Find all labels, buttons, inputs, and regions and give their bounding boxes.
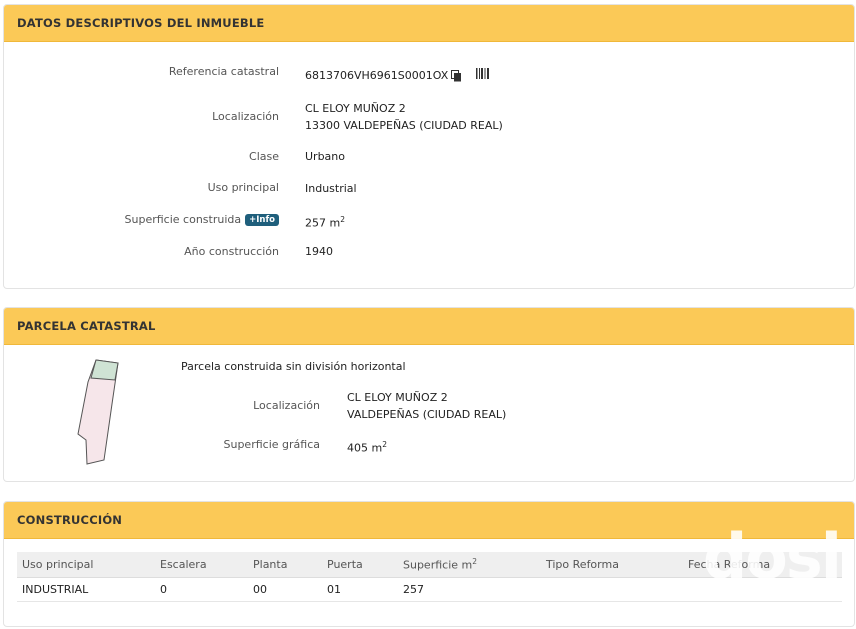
datos-descriptivos-title: DATOS DESCRIPTIVOS DEL INMUEBLE [17,16,265,30]
uso-principal-label: Uso principal [207,181,279,194]
superficie-construida-row-label: Superficie construida +Info [4,213,279,226]
superficie-grafica-value-wrap: 405 m2 [347,436,387,457]
col-escalera: Escalera [155,552,248,578]
col-planta: Planta [248,552,322,578]
localizacion-label: Localización [212,110,279,123]
cell-escalera: 0 [155,577,248,602]
superficie-construida-value-wrap: 257 m2 [305,211,345,232]
cell-superficie: 257 [398,577,541,602]
uso-principal-value: Industrial [305,182,357,195]
col-superficie: Superficie m2 [398,552,541,578]
parcela-catastral-panel: PARCELA CATASTRAL Parcela construida sin… [3,307,855,482]
parcela-catastral-title: PARCELA CATASTRAL [17,319,156,333]
superficie-grafica-value: 405 m [347,441,383,455]
localizacion-value: CL ELOY MUÑOZ 2 13300 VALDEPEÑAS (CIUDAD… [305,100,503,134]
clase-value: Urbano [305,150,345,163]
anio-construccion-label: Año construcción [184,245,279,258]
ref-catastral-label: Referencia catastral [168,65,279,78]
construccion-panel: CONSTRUCCIÓN Uso principal Escalera Plan… [3,501,855,627]
ref-catastral-value: 6813706VH6961S0001OX [305,69,449,82]
parcela-localizacion-line1: CL ELOY MUÑOZ 2 [347,391,448,404]
col-tipo-reforma: Tipo Reforma [541,552,683,578]
superficie-construida-label: Superficie construida [124,213,242,226]
localizacion-line1: CL ELOY MUÑOZ 2 [305,102,406,115]
superficie-grafica-exp: 2 [382,440,387,449]
col-puerta: Puerta [322,552,398,578]
parcel-map-thumbnail[interactable] [74,356,124,470]
parcela-catastral-header: PARCELA CATASTRAL [4,308,854,345]
construccion-title: CONSTRUCCIÓN [17,513,123,527]
parcela-localizacion-value: CL ELOY MUÑOZ 2 VALDEPEÑAS (CIUDAD REAL) [347,389,506,423]
cell-puerta: 01 [322,577,398,602]
info-button[interactable]: +Info [245,214,279,226]
watermark-logo: dosi [702,520,842,593]
datos-descriptivos-header: DATOS DESCRIPTIVOS DEL INMUEBLE [4,5,854,42]
parcela-localizacion-line2: VALDEPEÑAS (CIUDAD REAL) [347,408,507,421]
superficie-construida-exp: 2 [340,215,345,224]
cell-tipo-reforma [541,577,683,602]
anio-construccion-value: 1940 [305,245,333,258]
clase-label: Clase [249,150,279,163]
parcela-localizacion-label: Localización [253,399,320,412]
copy-icon[interactable] [451,69,462,82]
cell-planta: 00 [248,577,322,602]
cell-uso-principal: INDUSTRIAL [17,577,155,602]
col-uso-principal: Uso principal [17,552,155,578]
ref-catastral-row: 6813706VH6961S0001OX [305,67,490,84]
localizacion-line2: 13300 VALDEPEÑAS (CIUDAD REAL) [305,119,503,132]
superficie-construida-value: 257 m [305,216,341,230]
datos-descriptivos-panel: DATOS DESCRIPTIVOS DEL INMUEBLE Referenc… [3,4,855,289]
col-superficie-exp: 2 [472,556,478,566]
col-superficie-label: Superficie m [403,558,473,572]
barcode-icon[interactable] [476,67,490,79]
superficie-grafica-label: Superficie gráfica [223,438,321,451]
parcela-subtitle: Parcela construida sin división horizont… [181,360,406,373]
